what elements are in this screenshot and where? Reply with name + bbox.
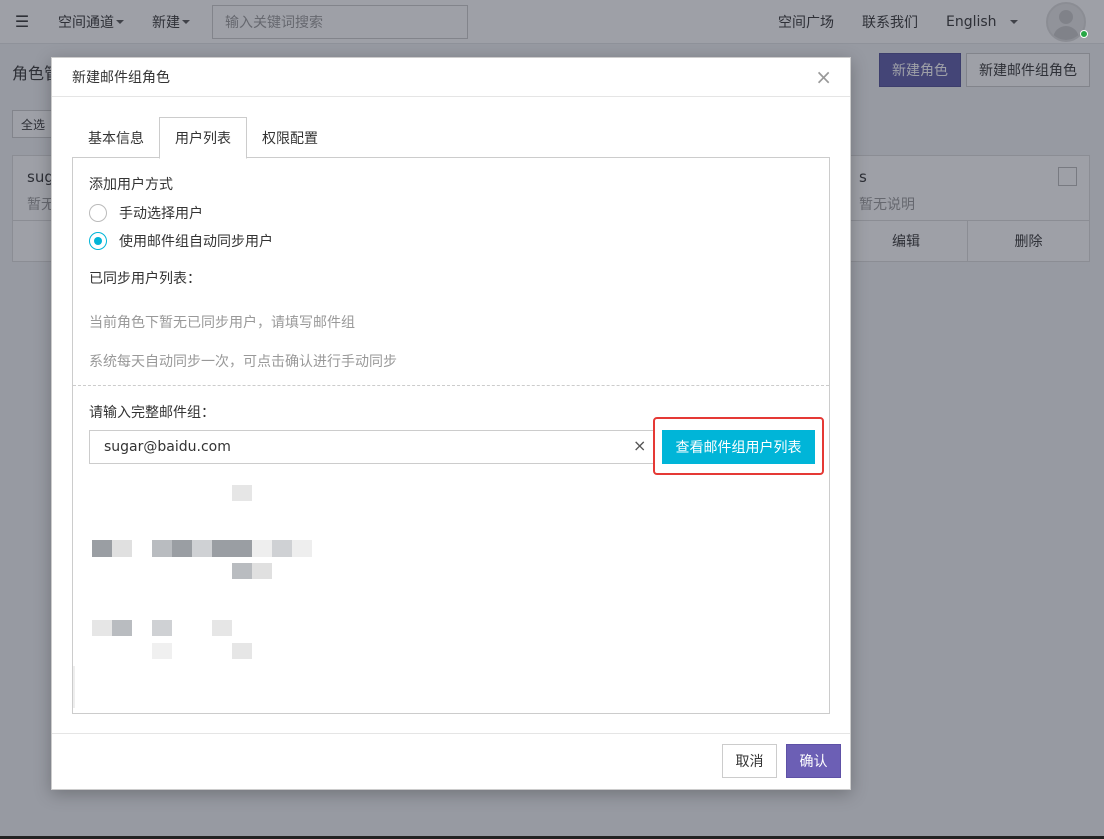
hint-daily-sync: 系统每天自动同步一次，可点击确认进行手动同步	[89, 354, 397, 370]
mail-group-input[interactable]: sugar@baidu.com	[89, 430, 654, 464]
radio-label: 使用邮件组自动同步用户	[119, 234, 273, 250]
view-mail-group-users-button[interactable]: 查看邮件组用户列表	[662, 430, 815, 464]
modal-header: 新建邮件组角色	[52, 58, 850, 97]
online-status-icon	[1080, 30, 1088, 38]
synced-list-label: 已同步用户列表：	[89, 271, 201, 287]
tab-panel-user-list: 添加用户方式 手动选择用户 使用邮件组自动同步用户 已同步用户列表： 当前角色下…	[72, 157, 830, 714]
radio-label: 手动选择用户	[119, 206, 203, 222]
divider	[73, 385, 829, 386]
mail-group-label: 请输入完整邮件组：	[89, 405, 215, 421]
confirm-button[interactable]: 确认	[786, 744, 841, 778]
clear-input-icon[interactable]: ×	[633, 436, 646, 456]
modal-title: 新建邮件组角色	[72, 70, 170, 86]
new-mail-group-role-modal: 新建邮件组角色 × 基本信息 用户列表 权限配置 添加用户方式 手动选择用户 使…	[51, 57, 851, 790]
tab-user-list[interactable]: 用户列表	[159, 117, 247, 159]
cancel-button[interactable]: 取消	[722, 744, 777, 778]
add-method-label: 添加用户方式	[89, 177, 173, 193]
modal-footer: 取消 确认	[52, 733, 850, 789]
radio-checked-icon	[89, 232, 107, 250]
radio-icon	[89, 204, 107, 222]
tab-basic-info[interactable]: 基本信息	[73, 117, 159, 158]
radio-manual-select[interactable]: 手动选择用户	[89, 203, 203, 223]
modal-tabs: 基本信息 用户列表 权限配置	[73, 117, 829, 159]
radio-auto-sync[interactable]: 使用邮件组自动同步用户	[89, 231, 273, 251]
close-icon[interactable]: ×	[815, 67, 832, 87]
hint-no-synced-users: 当前角色下暂无已同步用户，请填写邮件组	[89, 315, 355, 331]
tab-permissions[interactable]: 权限配置	[247, 117, 333, 158]
